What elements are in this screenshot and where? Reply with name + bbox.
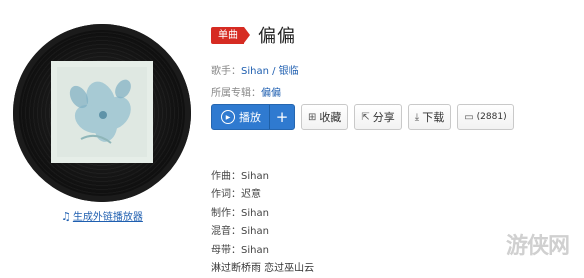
comment-icon: ▭ — [464, 111, 474, 123]
collect-button[interactable]: ⊞ 收藏 — [301, 104, 349, 130]
album-row: 所属专辑：偏偏 — [211, 84, 281, 99]
album-cover[interactable] — [51, 61, 153, 163]
album-link[interactable]: 偏偏 — [261, 88, 281, 99]
play-label: 播放 — [239, 111, 261, 124]
action-bar: ▶ 播放 + ⊞ 收藏 ⇱ 分享 ⤓ 下载 ▭ (2881) — [211, 104, 514, 130]
share-icon: ⇱ — [361, 111, 370, 123]
credit-line: 制作：Sihan — [211, 208, 269, 219]
singer-link-yinlin[interactable]: 银临 — [279, 66, 299, 77]
play-button[interactable]: ▶ 播放 — [212, 109, 269, 125]
singer-link-sihan[interactable]: Sihan — [241, 66, 269, 77]
site-watermark: 游侠网 — [506, 234, 570, 259]
play-button-group: ▶ 播放 + — [211, 104, 295, 130]
folder-plus-icon: ⊞ — [308, 111, 317, 123]
credit-line: 混音：Sihan — [211, 226, 269, 237]
music-note-icon: ♫ — [61, 210, 71, 223]
song-title: 偏偏 — [258, 26, 296, 47]
credit-line: 作曲：Sihan — [211, 171, 269, 182]
share-label: 分享 — [372, 111, 395, 124]
add-to-playlist-button[interactable]: + — [269, 105, 294, 129]
comment-button[interactable]: ▭ (2881) — [457, 104, 514, 130]
singer-separator: / — [268, 66, 279, 77]
singer-label: 歌手： — [211, 66, 241, 77]
credit-line: 母带：Sihan — [211, 245, 269, 256]
collect-label: 收藏 — [319, 111, 342, 124]
credit-line: 作词：迟意 — [211, 189, 261, 200]
play-icon: ▶ — [221, 110, 235, 124]
album-label: 所属专辑： — [211, 88, 261, 99]
player-link-label: 生成外链播放器 — [72, 212, 143, 223]
lyric-line: 淋过断桥雨 恋过巫山云 — [211, 263, 315, 274]
single-badge: 单曲 — [211, 26, 250, 44]
flower-illustration — [51, 61, 153, 163]
singer-row: 歌手：Sihan / 银临 — [211, 62, 299, 77]
download-icon: ⤓ — [414, 111, 420, 123]
player-link[interactable]: ♫ 生成外链播放器 — [61, 208, 143, 223]
comment-count: (2881) — [476, 112, 507, 122]
download-button[interactable]: ⤓ 下载 — [407, 104, 452, 130]
title-row: 单曲 偏偏 — [211, 22, 296, 48]
share-button[interactable]: ⇱ 分享 — [354, 104, 402, 130]
download-label: 下载 — [422, 111, 445, 124]
